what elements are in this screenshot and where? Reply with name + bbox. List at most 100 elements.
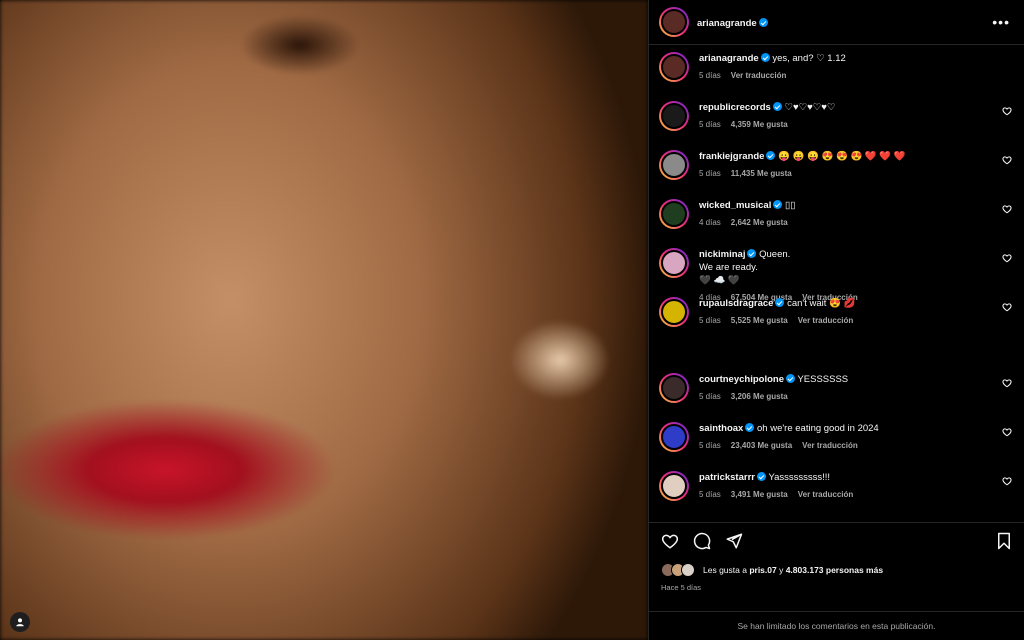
post-media-image[interactable] [0,0,648,640]
comment-like-heart-icon[interactable] [1002,106,1012,116]
comment-username[interactable]: sainthoax [699,423,743,434]
comment-likes-count[interactable]: 4,359 Me gusta [731,120,788,129]
more-options-icon[interactable]: ••• [988,14,1014,30]
comment-row: nickiminaj Queen. We are ready. 🖤 ☁️ 🖤 4… [649,240,1024,302]
likes-others[interactable]: 4.803.173 personas más [786,565,883,575]
verified-badge-icon [766,151,776,160]
verified-badge-icon [756,472,766,481]
comment-likes-count[interactable]: 23,403 Me gusta [731,441,792,450]
comment-text: Yasssssssss!!! [768,472,831,483]
caption-time: 5 días [699,71,721,80]
comment-text: ♡♥♡♥♡♥♡ [784,102,836,113]
comment-username[interactable]: frankiejgrande [699,151,764,162]
comment-avatar-image [661,103,687,129]
author-username[interactable]: arianagrande [697,18,757,29]
comment-username[interactable]: courtneychipolone [699,374,784,385]
comment-username[interactable]: patrickstarrr [699,472,755,483]
comment-row: republicrecords ♡♥♡♥♡♥♡ 5 días 4,359 Me g… [649,93,1024,142]
comment-row: rupaulsdragrace can't wait 😍 💋 5 días 5,5… [649,289,1024,365]
comment-time: 5 días [699,490,721,499]
author-username-wrap: arianagrande [697,13,768,31]
comment-likes-count[interactable]: 2,642 Me gusta [731,218,788,227]
comment-row: frankiejgrande 😛 😛 😛 😍 😍 😍 ❤️ ❤️ ❤️ 5 dí… [649,142,1024,191]
comment-text: can't wait 😍 💋 [787,298,856,309]
comment-like-heart-icon[interactable] [1002,155,1012,165]
post-side-panel: arianagrande ••• arianagrande yes, and? … [648,0,1024,640]
comment-like-heart-icon[interactable] [1002,378,1012,388]
comment-time: 5 días [699,392,721,401]
comment-time: 5 días [699,169,721,178]
comment-avatar[interactable] [659,297,689,327]
tagged-users-icon[interactable] [10,612,30,632]
comment-row: wicked_musical ▯▯ 4 días 2,642 Me gusta [649,191,1024,240]
comment-avatar-image [661,375,687,401]
likes-summary[interactable]: Les gusta a pris.07 y 4.803.173 personas… [661,563,883,577]
comment-likes-count[interactable]: 11,435 Me gusta [731,169,792,178]
comment-avatar[interactable] [659,199,689,229]
comment-avatar[interactable] [659,150,689,180]
caption-translate-link[interactable]: Ver traducción [731,71,787,80]
comment-text: oh we're eating good in 2024 [757,423,879,434]
comment-like-heart-icon[interactable] [1002,253,1012,263]
comment-row: sainthoax oh we're eating good in 2024 5… [649,414,1024,463]
likes-user[interactable]: pris.07 [749,565,776,575]
verified-badge-icon [745,423,755,432]
verified-badge-icon [772,102,782,111]
verified-badge-icon [775,298,785,307]
comment-row: patrickstarrr Yasssssssss!!! 5 días 3,491… [649,463,1024,512]
comment-bubble-icon[interactable] [693,532,711,550]
comment-avatar[interactable] [659,471,689,501]
verified-badge-icon [773,200,783,209]
comment-time: 5 días [699,441,721,450]
caption: arianagrande yes, and? ♡ 1.12 5 días Ver … [649,44,1024,93]
comment-time: 5 días [699,120,721,129]
post-header: arianagrande ••• [649,0,1024,45]
like-heart-icon[interactable] [661,532,679,550]
caption-username[interactable]: arianagrande [699,53,759,64]
comment-time: 4 días [699,218,721,227]
verified-badge-icon [785,374,795,383]
comment-like-heart-icon[interactable] [1002,204,1012,214]
caption-avatar[interactable] [659,52,689,82]
comment-avatar[interactable] [659,248,689,278]
likes-prefix: Les gusta a [703,565,750,575]
comment-text: YESSSSSS [797,374,849,385]
caption-text: yes, and? ♡ 1.12 [772,53,846,64]
comment-text: 😛 😛 😛 😍 😍 😍 ❤️ ❤️ ❤️ [778,151,906,162]
comment-text: ▯▯ [785,200,796,211]
likes-middle: y [776,565,786,575]
post-date: Hace 5 días [661,583,702,592]
comment-avatar[interactable] [659,422,689,452]
comment-translate-link[interactable]: Ver traducción [798,490,854,499]
comments-list[interactable]: arianagrande yes, and? ♡ 1.12 5 días Ver … [649,44,1024,520]
comment-translate-link[interactable]: Ver traducción [798,316,854,325]
comment-avatar-image [661,250,687,276]
comment-avatar[interactable] [659,101,689,131]
comment-username[interactable]: rupaulsdragrace [699,298,773,309]
comment-avatar-image [661,473,687,499]
comment-translate-link[interactable]: Ver traducción [802,441,858,450]
comment-avatar-image [661,201,687,227]
author-avatar[interactable] [659,7,689,37]
comment-username[interactable]: republicrecords [699,102,771,113]
comment-username[interactable]: nickiminaj [699,249,745,260]
comments-limited-notice: Se han limitado los comentarios en esta … [649,611,1024,640]
comment-like-heart-icon[interactable] [1002,427,1012,437]
share-send-icon[interactable] [725,532,743,550]
comment-like-heart-icon[interactable] [1002,302,1012,312]
liker-avatars [661,563,695,577]
comment-avatar[interactable] [659,373,689,403]
comment-row: courtneychipolone YESSSSSS 5 días 3,206 M… [649,365,1024,414]
comment-likes-count[interactable]: 5,525 Me gusta [731,316,788,325]
comment-likes-count[interactable]: 3,206 Me gusta [731,392,788,401]
comment-avatar-image [661,424,687,450]
comment-time: 5 días [699,316,721,325]
comment-likes-count[interactable]: 3,491 Me gusta [731,490,788,499]
comment-like-heart-icon[interactable] [1002,476,1012,486]
comment-avatar-image [661,299,687,325]
save-bookmark-icon[interactable] [996,532,1012,550]
post-actions-bar [649,522,1024,559]
verified-badge-icon [760,53,770,62]
comment-username[interactable]: wicked_musical [699,200,771,211]
verified-badge-icon [758,18,768,27]
